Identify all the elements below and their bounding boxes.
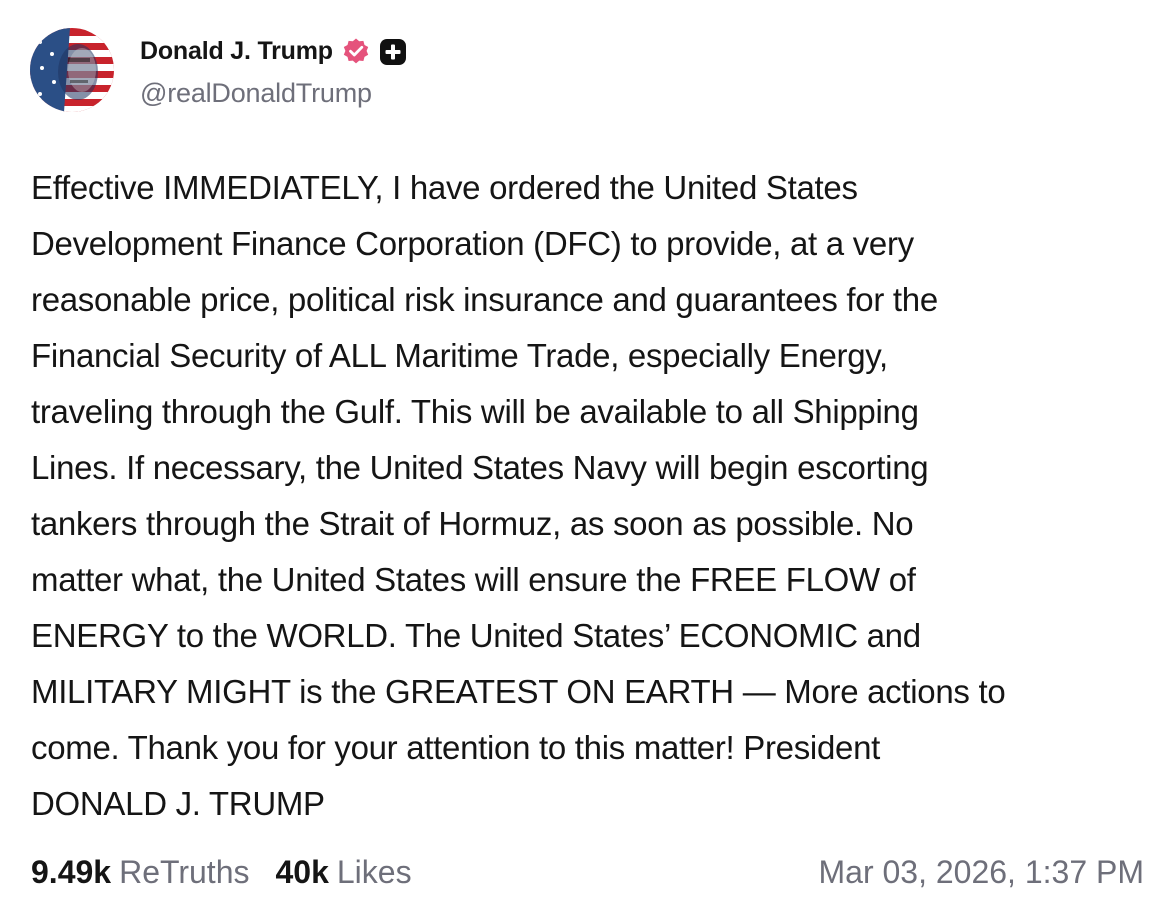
author-handle[interactable]: @realDonaldTrump: [140, 78, 407, 109]
post-header: Donald J. Trump @realDonaldTrump: [30, 26, 407, 114]
avatar[interactable]: [30, 28, 114, 112]
plus-badge-icon: [379, 38, 407, 66]
retruths-stat[interactable]: 9.49k ReTruths: [31, 854, 249, 891]
likes-count: 40k: [275, 853, 329, 890]
flag-portrait-avatar-icon: [30, 28, 114, 112]
author-display-name[interactable]: Donald J. Trump: [140, 37, 333, 66]
post-timestamp[interactable]: Mar 03, 2026, 1:37 PM: [818, 848, 1144, 896]
likes-stat[interactable]: 40k Likes: [275, 854, 411, 891]
author-name-row: Donald J. Trump: [140, 32, 407, 72]
retruths-label: ReTruths: [119, 853, 250, 890]
likes-label: Likes: [336, 853, 412, 890]
verified-badge-icon: [341, 37, 371, 67]
post-body-text: Effective IMMEDIATELY, I have ordered th…: [31, 169, 1006, 822]
truth-post: Donald J. Trump @realDonaldTrump Effecti…: [0, 0, 1176, 924]
post-stats: 9.49k ReTruths 40k Likes: [31, 848, 412, 896]
author-identity: Donald J. Trump @realDonaldTrump: [140, 32, 407, 109]
retruths-count: 9.49k: [31, 853, 112, 890]
